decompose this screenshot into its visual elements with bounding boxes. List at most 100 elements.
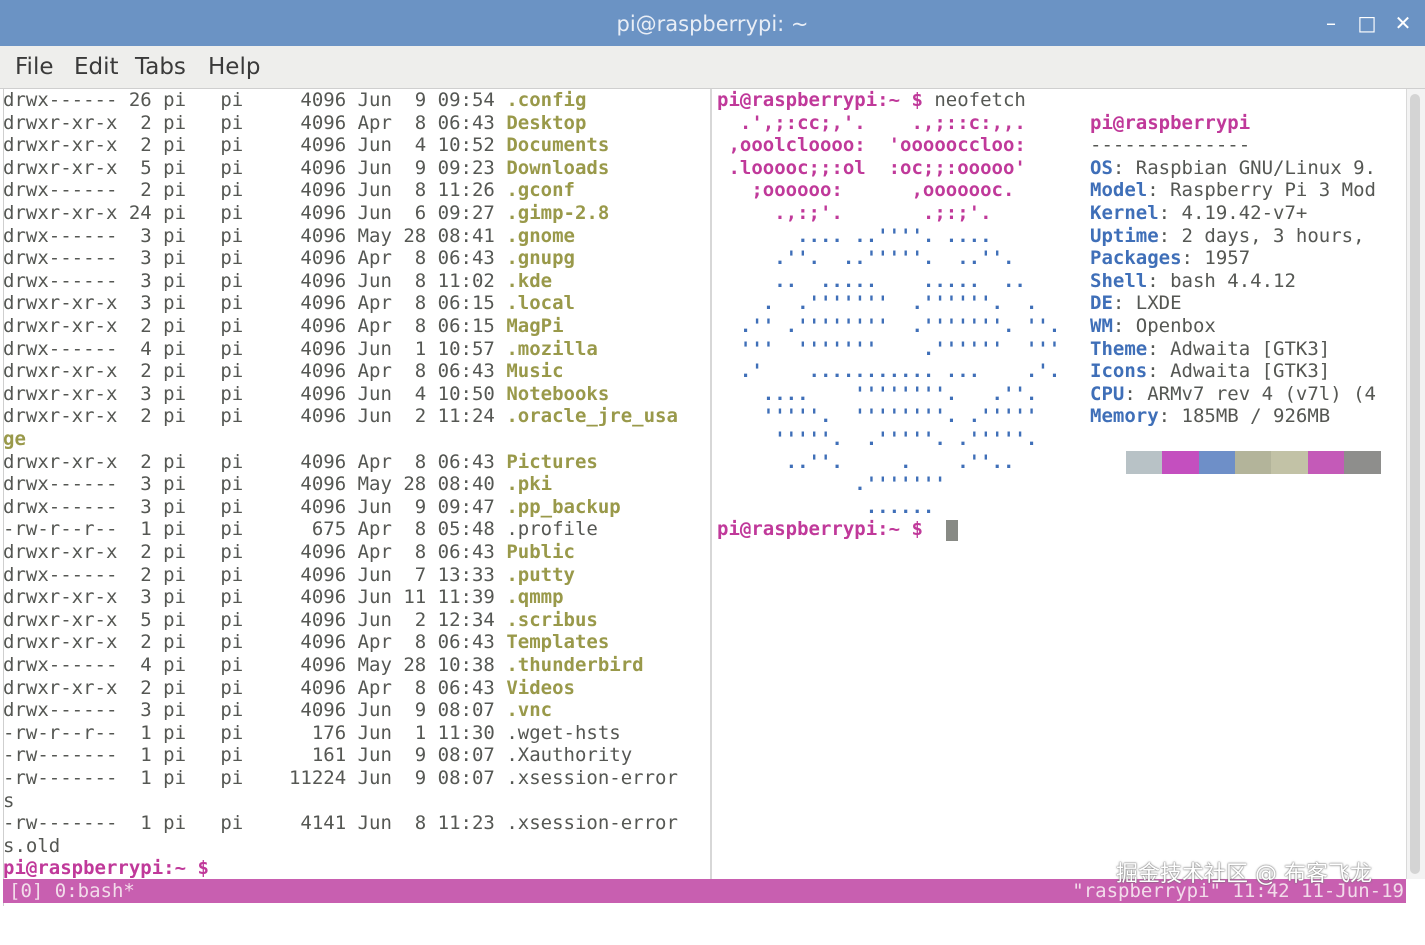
listing-filename: .config <box>506 89 587 111</box>
sysinfo-key: DE <box>1090 292 1113 315</box>
sysinfo-value: 2 days, 3 hours, <box>1170 224 1365 247</box>
pane-divider[interactable] <box>710 89 712 879</box>
prompt-line: pi@raspberrypi:~ $ <box>717 518 923 540</box>
listing-filename: .gconf <box>506 179 575 202</box>
raspberry-logo-art: .... ..''''. .... <box>717 224 992 247</box>
ascii-art-line: .looooc;;:ol :oc;;:ooooo' <box>717 157 1025 179</box>
listing-filename: .putty <box>506 563 575 586</box>
color-swatch <box>1343 451 1381 474</box>
userhost: pi@raspberrypi <box>1090 111 1251 134</box>
listing-meta: drwxr-xr-x 2 pi pi 4096 Apr 8 06:43 <box>3 676 507 699</box>
listing-meta: drwxr-xr-x 2 pi pi 4096 Jun 4 10:52 <box>3 134 507 157</box>
listing-row: drwxr-xr-x 3 pi pi 4096 Apr 8 06:15 .loc… <box>3 292 575 314</box>
ascii-art-line: '''''. .'''''. .'''''. <box>717 428 1037 450</box>
sysinfo-line: CPU: ARMv7 rev 4 (v7l) (4 <box>1090 383 1376 405</box>
scrollbar-thumb[interactable] <box>1410 94 1420 874</box>
sysinfo-key: CPU <box>1090 382 1125 405</box>
sysinfo-value: Adwaita [GTK3] <box>1158 337 1331 360</box>
listing-meta: drwxr-xr-x 3 pi pi 4096 Apr 8 06:15 <box>3 292 507 315</box>
listing-row: drwxr-xr-x 2 pi pi 4096 Apr 8 06:43 Pict… <box>3 451 598 473</box>
sysinfo-key: OS <box>1090 156 1113 179</box>
minimize-button[interactable]: – <box>1316 8 1346 38</box>
color-swatch <box>1162 451 1200 474</box>
command-line: pi@raspberrypi:~ $ neofetch <box>717 89 1026 111</box>
raspberry-logo-art: .... ''''''''. .''. <box>717 382 1038 405</box>
sysinfo-colon: : <box>1147 179 1159 202</box>
raspberry-logo-art: .' ........... ... .'. <box>717 360 1061 383</box>
listing-meta: drwx------ 3 pi pi 4096 May 28 08:40 <box>3 473 507 496</box>
listing-filename: Downloads <box>506 156 610 179</box>
sysinfo-line: OS: Raspbian GNU/Linux 9. <box>1090 157 1376 179</box>
listing-meta: -rw------- 1 pi pi 4141 Jun 8 11:23 <box>3 812 507 835</box>
listing-meta: drwx------ 26 pi pi 4096 Jun 9 09:54 <box>3 89 507 111</box>
listing-meta: drwxr-xr-x 5 pi pi 4096 Jun 9 09:23 <box>3 156 507 179</box>
listing-meta: drwxr-xr-x 2 pi pi 4096 Apr 8 06:43 <box>3 541 507 563</box>
listing-filename-wrap: s <box>3 789 15 812</box>
sysinfo-key: Packages <box>1090 247 1182 270</box>
terminal-pane-left[interactable]: drwx------ 26 pi pi 4096 Jun 9 09:54 .co… <box>3 89 709 879</box>
raspberry-logo-art: .''''''' <box>717 473 946 496</box>
listing-row: drwx------ 2 pi pi 4096 Jun 8 11:26 .gco… <box>3 179 575 201</box>
sysinfo-value: Raspberry Pi 3 Mod <box>1158 179 1376 202</box>
listing-row: drwx------ 3 pi pi 4096 May 28 08:40 .pk… <box>3 473 552 495</box>
sysinfo-colon: : <box>1112 292 1125 315</box>
listing-meta: drwxr-xr-x 3 pi pi 4096 Jun 11 11:39 <box>3 586 507 609</box>
listing-meta: drwxr-xr-x 2 pi pi 4096 Apr 8 06:43 <box>3 360 507 383</box>
listing-row-wrap: s.old <box>3 835 60 857</box>
raspberry-logo-art: ...... <box>717 495 935 518</box>
listing-row: drwxr-xr-x 2 pi pi 4096 Jun 2 11:24 .ora… <box>3 405 678 427</box>
shell-prompt: pi@raspberrypi:~ $ <box>3 857 209 879</box>
listing-filename: .local <box>506 292 575 315</box>
listing-meta: -rw------- 1 pi pi 161 Jun 9 08:07 <box>3 744 507 767</box>
menu-tabs[interactable]: Tabs <box>135 52 186 82</box>
listing-row: drwxr-xr-x 2 pi pi 4096 Apr 8 06:15 MagP… <box>3 315 564 337</box>
terminal-pane-right[interactable]: pi@raspberrypi:~ $ neofetch .',;:cc;,'. … <box>713 89 1403 879</box>
sysinfo-line: Packages: 1957 <box>1090 247 1250 269</box>
listing-row: drwx------ 3 pi pi 4096 Jun 9 09:47 .pp_… <box>3 496 621 518</box>
maximize-button[interactable]: □ <box>1352 8 1382 38</box>
sysinfo-value: ARMv7 rev 4 (v7l) (4 <box>1135 382 1376 405</box>
listing-meta: drwx------ 2 pi pi 4096 Jun 8 11:26 <box>3 179 507 202</box>
ascii-art-line: '''''. ''''''''. .''''' <box>717 405 1038 427</box>
sysinfo-value: bash 4.4.12 <box>1158 269 1296 292</box>
listing-row-wrap: s <box>3 790 14 812</box>
close-button[interactable]: ✕ <box>1388 8 1418 38</box>
prompt-line: pi@raspberrypi:~ $ <box>3 857 209 879</box>
listing-row: drwx------ 4 pi pi 4096 Jun 1 10:57 .moz… <box>3 338 598 360</box>
listing-filename: .vnc <box>506 699 553 722</box>
listing-filename: .xsession-error <box>506 812 678 835</box>
sysinfo-value: 4.19.42-v7+ <box>1170 202 1308 224</box>
listing-meta: drwxr-xr-x 2 pi pi 4096 Apr 8 06:43 <box>3 450 507 473</box>
userhost-line: pi@raspberrypi <box>1090 112 1250 134</box>
listing-meta: drwxr-xr-x 3 pi pi 4096 Jun 4 10:50 <box>3 382 507 405</box>
sysinfo-colon: : <box>1147 337 1159 360</box>
menu-bar: File Edit Tabs Help <box>0 46 1425 89</box>
menu-file[interactable]: File <box>15 52 54 82</box>
ascii-art-line: .',;:cc;,'. .,;::c:,,. <box>717 112 1026 134</box>
listing-filename: Public <box>506 541 575 563</box>
listing-row: drwxr-xr-x 5 pi pi 4096 Jun 2 12:34 .scr… <box>3 609 598 631</box>
menu-edit[interactable]: Edit <box>74 52 119 82</box>
sysinfo-key: Model <box>1090 179 1148 202</box>
menu-help[interactable]: Help <box>208 52 260 82</box>
listing-row: -rw-r--r-- 1 pi pi 675 Apr 8 05:48 .prof… <box>3 518 598 540</box>
status-window-list[interactable]: [0] 0:bash* <box>9 879 135 903</box>
listing-meta: drwx------ 4 pi pi 4096 Jun 1 10:57 <box>3 337 507 360</box>
separator-line: -------------- <box>1090 134 1250 156</box>
listing-row: drwxr-xr-x 3 pi pi 4096 Jun 11 11:39 .qm… <box>3 586 564 608</box>
listing-meta: -rw------- 1 pi pi 11224 Jun 9 08:07 <box>3 767 507 789</box>
sysinfo-value: 1957 <box>1192 247 1251 270</box>
sysinfo-colon: : <box>1112 156 1125 179</box>
color-swatch <box>1307 451 1345 474</box>
listing-row: drwxr-xr-x 3 pi pi 4096 Jun 4 10:50 Note… <box>3 383 609 405</box>
ascii-art-line: ,ooolcloooo: 'oooooccloo: <box>717 134 1025 156</box>
listing-meta: drwx------ 3 pi pi 4096 Apr 8 06:43 <box>3 247 507 270</box>
raspberry-logo-art: .. ..... ..... .. <box>717 269 1026 292</box>
listing-row: drwx------ 26 pi pi 4096 Jun 9 09:54 .co… <box>3 89 586 111</box>
sysinfo-key: Uptime <box>1090 224 1159 247</box>
sysinfo-key: Icons <box>1090 360 1148 383</box>
listing-filename-wrap: ge <box>3 428 26 450</box>
listing-filename: .gnupg <box>506 247 575 270</box>
sysinfo-value: 185MB / 926MB <box>1170 405 1331 428</box>
sysinfo-line: Uptime: 2 days, 3 hours, <box>1090 225 1365 247</box>
